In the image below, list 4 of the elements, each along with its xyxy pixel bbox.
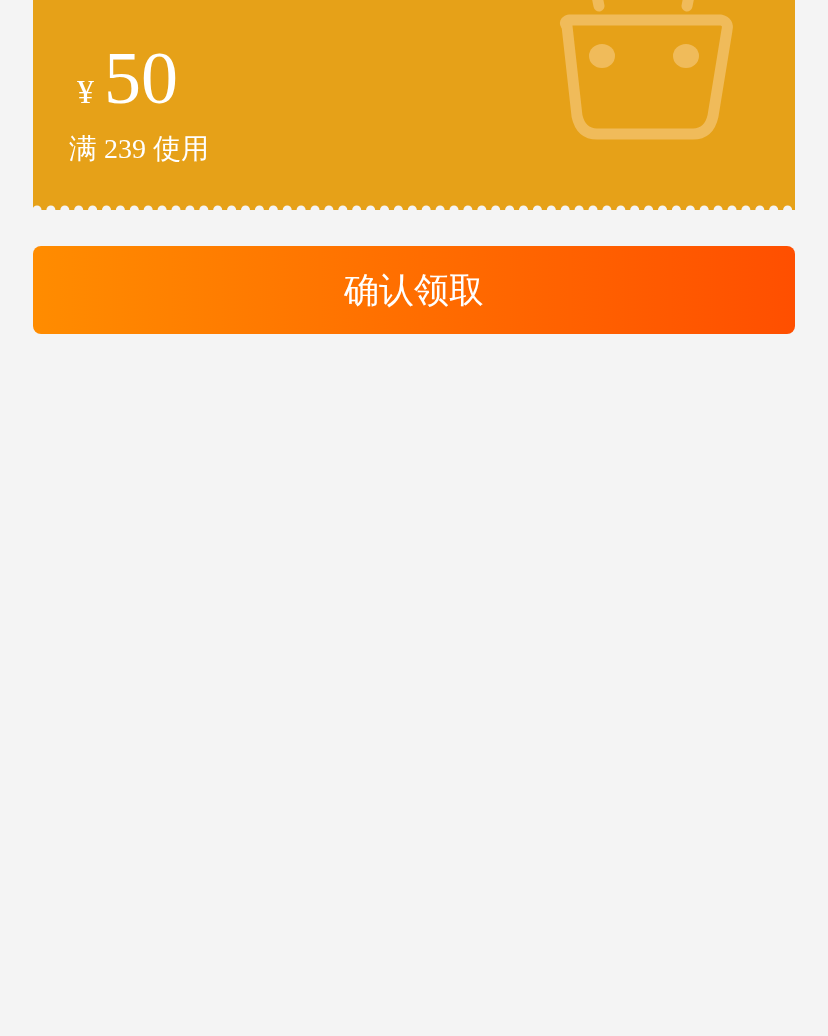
- currency-symbol: ¥: [77, 73, 94, 111]
- coupon-amount: 50: [104, 38, 178, 118]
- coupon-condition: 满 239 使用: [69, 132, 210, 166]
- confirm-button[interactable]: 确认领取: [33, 246, 795, 334]
